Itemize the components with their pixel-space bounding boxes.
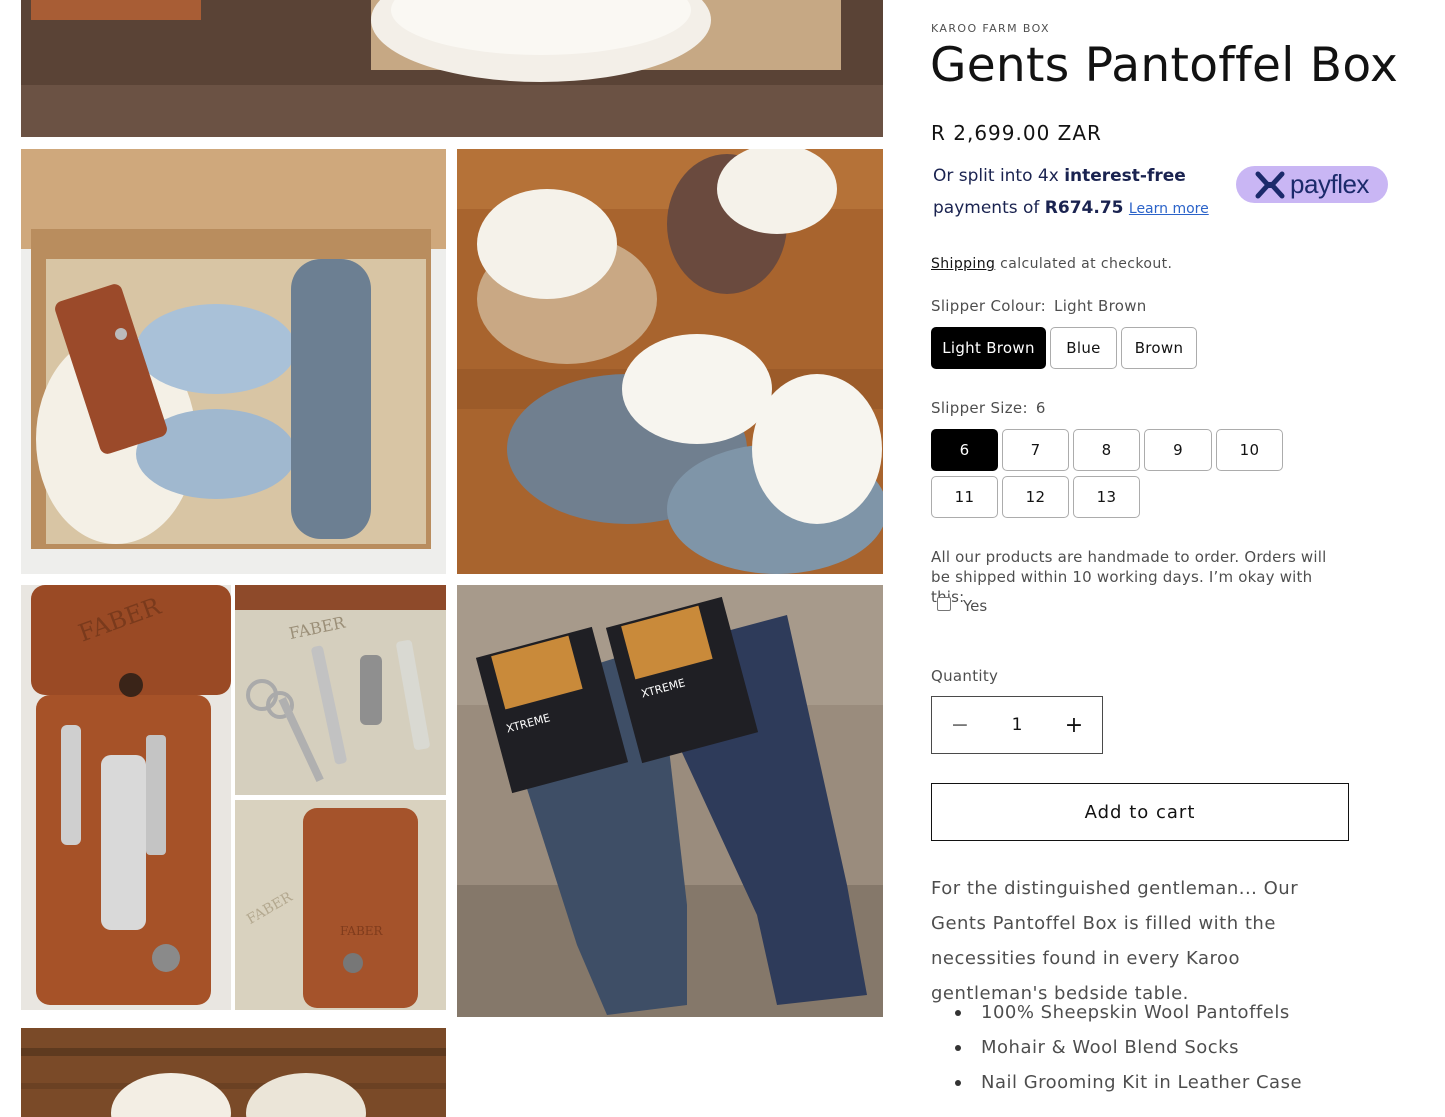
payflex-widget: Or split into 4x interest-free payments … (933, 160, 1233, 225)
gallery-image-box-contents[interactable] (21, 149, 446, 574)
confirm-checkbox[interactable] (937, 597, 951, 611)
product-description: For the distinguished gentleman... Our G… (931, 878, 1299, 1004)
feature-item: Nail Grooming Kit in Leather Case (952, 1065, 1302, 1100)
payflex-split-text: Or split into 4x (933, 166, 1065, 186)
gallery-image-grooming-tools[interactable]: FABER (235, 585, 446, 795)
faber-emboss: FABER (340, 924, 384, 938)
slippers-wood-photo (21, 1028, 446, 1117)
gallery-image-leather-case-closed[interactable]: FABER FABER (235, 800, 446, 1010)
handmade-note: All our products are handmade to order. … (931, 548, 1327, 606)
shipping-text: calculated at checkout. (995, 256, 1173, 272)
feature-list: 100% Sheepskin Wool Pantoffels Mohair & … (952, 995, 1302, 1100)
leather-case-closed-photo: FABER FABER (235, 800, 446, 1010)
size-option-10[interactable]: 10 (1216, 429, 1283, 471)
quantity-input[interactable]: 1 (988, 697, 1046, 753)
gallery-image-slippers-wood[interactable] (21, 1028, 446, 1117)
feature-item: Mohair & Wool Blend Socks (952, 1030, 1302, 1065)
payflex-line-1: Or split into 4x interest-free (933, 160, 1233, 192)
colour-label-text: Slipper Colour: (931, 297, 1047, 315)
leather-case-open-photo: FABER (21, 585, 231, 1010)
colour-option-label: Slipper Colour: Light Brown (931, 297, 1147, 315)
box-contents-photo (21, 149, 446, 574)
size-selected-value: 6 (1035, 399, 1046, 417)
gallery-image-slipper-top[interactable] (21, 0, 883, 137)
grooming-tools-photo: FABER (235, 585, 446, 795)
product-title: Gents Pantoffel Box (930, 38, 1399, 93)
confirm-checkbox-label[interactable]: Yes (963, 597, 987, 615)
payflex-logo-text: payflex (1290, 169, 1369, 199)
gallery-image-socks[interactable]: XTREME XTREME (457, 585, 883, 1017)
quantity-label: Quantity (931, 667, 999, 685)
size-option-label: Slipper Size: 6 (931, 399, 1046, 417)
colour-selected-value: Light Brown (1054, 297, 1147, 315)
slipper-top-photo (21, 0, 883, 137)
colour-option-brown[interactable]: Brown (1121, 327, 1197, 369)
colour-option-blue[interactable]: Blue (1050, 327, 1117, 369)
payflex-line-2: payments of R674.75 Learn more (933, 192, 1233, 225)
quantity-decrease-button[interactable]: − (932, 697, 988, 753)
payflex-x-icon (1255, 171, 1285, 198)
payflex-learn-more-link[interactable]: Learn more (1129, 201, 1209, 217)
product-price: R 2,699.00 ZAR (931, 121, 1102, 145)
size-option-9[interactable]: 9 (1144, 429, 1212, 471)
gallery-image-slippers-floor[interactable] (457, 149, 883, 574)
shipping-note: Shipping calculated at checkout. (931, 256, 1172, 272)
size-option-12[interactable]: 12 (1002, 476, 1069, 518)
size-option-8[interactable]: 8 (1073, 429, 1140, 471)
quantity-increase-button[interactable]: + (1046, 697, 1102, 753)
size-option-13[interactable]: 13 (1073, 476, 1140, 518)
size-label-text: Slipper Size: (931, 399, 1028, 417)
payflex-logo[interactable]: payflex (1236, 166, 1388, 203)
slippers-floor-photo (457, 149, 883, 574)
size-option-11[interactable]: 11 (931, 476, 998, 518)
payflex-amount: R674.75 (1044, 198, 1124, 218)
shipping-link[interactable]: Shipping (931, 256, 995, 272)
size-option-7[interactable]: 7 (1002, 429, 1069, 471)
socks-photo: XTREME XTREME (457, 585, 883, 1017)
feature-item: 100% Sheepskin Wool Pantoffels (952, 995, 1302, 1030)
size-option-6[interactable]: 6 (931, 429, 998, 471)
add-to-cart-button[interactable]: Add to cart (931, 783, 1349, 841)
product-vendor: KAROO FARM BOX (931, 22, 1050, 35)
payflex-interest-free: interest-free (1064, 166, 1186, 186)
colour-option-light-brown[interactable]: Light Brown (931, 327, 1046, 369)
payflex-payments-text: payments of (933, 198, 1045, 218)
gallery-image-leather-case-open[interactable]: FABER (21, 585, 231, 1010)
quantity-stepper: − 1 + (931, 696, 1103, 754)
